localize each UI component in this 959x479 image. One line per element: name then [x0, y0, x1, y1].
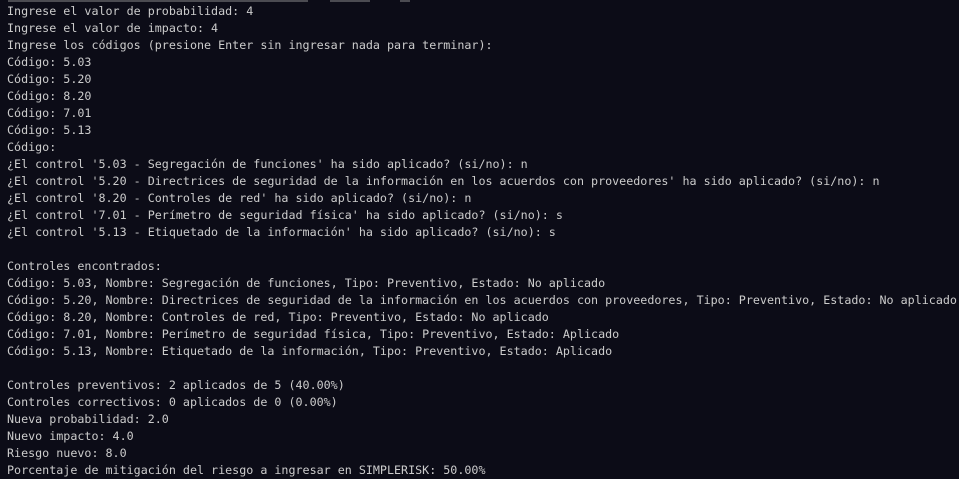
terminal-line: Porcentaje de mitigación del riesgo a in…: [7, 463, 486, 477]
terminal-line: ¿El control '5.13 - Etiquetado de la inf…: [7, 225, 556, 239]
terminal-line: Código: 5.03: [7, 55, 92, 69]
terminal-line: Código:: [7, 140, 57, 154]
terminal-line: Controles preventivos: 2 aplicados de 5 …: [7, 378, 345, 392]
terminal-line: Código: 5.20, Nombre: Directrices de seg…: [7, 293, 957, 307]
terminal-line: Código: 5.13: [7, 123, 92, 137]
terminal-window[interactable]: Ingrese el valor de probabilidad: 4 Ingr…: [0, 0, 959, 479]
terminal-line: ¿El control '5.20 - Directrices de segur…: [7, 174, 880, 188]
terminal-line: Código: 5.03, Nombre: Segregación de fun…: [7, 276, 606, 290]
terminal-line: Nuevo impacto: 4.0: [7, 429, 134, 443]
terminal-line: Controles encontrados:: [7, 259, 162, 273]
terminal-line: Nueva probabilidad: 2.0: [7, 412, 169, 426]
terminal-line: Código: 5.20: [7, 72, 92, 86]
terminal-line: Código: 8.20, Nombre: Controles de red, …: [7, 310, 549, 324]
terminal-line: ¿El control '7.01 - Perímetro de segurid…: [7, 208, 563, 222]
terminal-line: Ingrese los códigos (presione Enter sin …: [7, 38, 493, 52]
terminal-line: Riesgo nuevo: 8.0: [7, 446, 127, 460]
terminal-line: Ingrese el valor de impacto: 4: [7, 21, 219, 35]
terminal-line: ¿El control '5.03 - Segregación de funci…: [7, 157, 528, 171]
terminal-output: Ingrese el valor de probabilidad: 4 Ingr…: [7, 3, 957, 479]
terminal-line: Código: 5.13, Nombre: Etiquetado de la i…: [7, 344, 613, 358]
terminal-line: Código: 7.01: [7, 106, 92, 120]
terminal-line: ¿El control '8.20 - Controles de red' ha…: [7, 191, 472, 205]
terminal-line: Código: 8.20: [7, 89, 92, 103]
terminal-line: Controles correctivos: 0 aplicados de 0 …: [7, 395, 338, 409]
terminal-line: Ingrese el valor de probabilidad: 4: [7, 4, 254, 18]
terminal-line: Código: 7.01, Nombre: Perímetro de segur…: [7, 327, 620, 341]
